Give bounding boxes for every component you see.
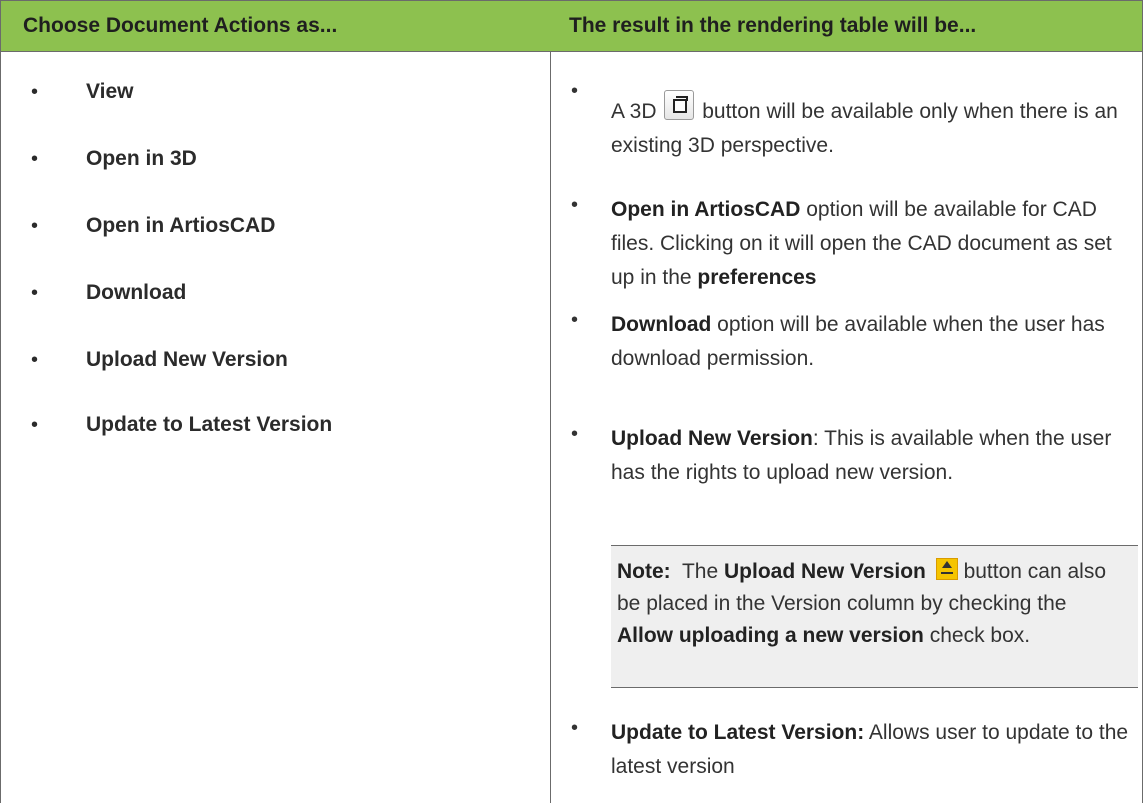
- note-label: Note:: [617, 560, 671, 583]
- action-download: Download: [86, 281, 187, 304]
- action-update-to-latest: Update to Latest Version: [86, 413, 333, 436]
- table-header-row: Choose Document Actions as... The result…: [1, 0, 1142, 52]
- document-actions-table: Choose Document Actions as... The result…: [0, 0, 1143, 803]
- upload-icon: [935, 558, 958, 580]
- header-result: The result in the rendering table will b…: [569, 14, 977, 37]
- result-download: Download option will be available when t…: [611, 313, 1105, 370]
- bullet: •: [31, 349, 39, 371]
- bullet: •: [31, 148, 39, 170]
- note-box: Note: The Upload New Version button can …: [611, 545, 1138, 688]
- bullet: •: [31, 414, 39, 436]
- action-upload-new-version: Upload New Version: [86, 348, 288, 371]
- result-3d-button: A 3D button will be available only when …: [611, 90, 1131, 163]
- bullet: •: [31, 282, 39, 304]
- bullet: •: [571, 194, 579, 216]
- action-open-in-3d: Open in 3D: [86, 147, 197, 170]
- 3d-view-icon: [664, 90, 695, 120]
- bullet: •: [571, 309, 579, 331]
- result-update-to-latest: Update to Latest Version: Allows user to…: [611, 721, 1129, 778]
- bullet: •: [31, 81, 39, 103]
- column-divider: [550, 52, 551, 803]
- result-upload-new-version: Upload New Version: This is available wh…: [611, 427, 1112, 484]
- bullet: •: [31, 215, 39, 237]
- bullet: •: [571, 423, 579, 445]
- result-open-in-artioscad: Open in ArtiosCAD option will be availab…: [611, 198, 1112, 289]
- bullet: •: [571, 717, 579, 739]
- action-open-in-artioscad: Open in ArtiosCAD: [86, 214, 276, 237]
- note-text: Note: The Upload New Version button can …: [617, 558, 1107, 647]
- header-choose-actions: Choose Document Actions as...: [23, 14, 338, 37]
- action-view: View: [86, 80, 134, 103]
- bullet: •: [571, 80, 579, 102]
